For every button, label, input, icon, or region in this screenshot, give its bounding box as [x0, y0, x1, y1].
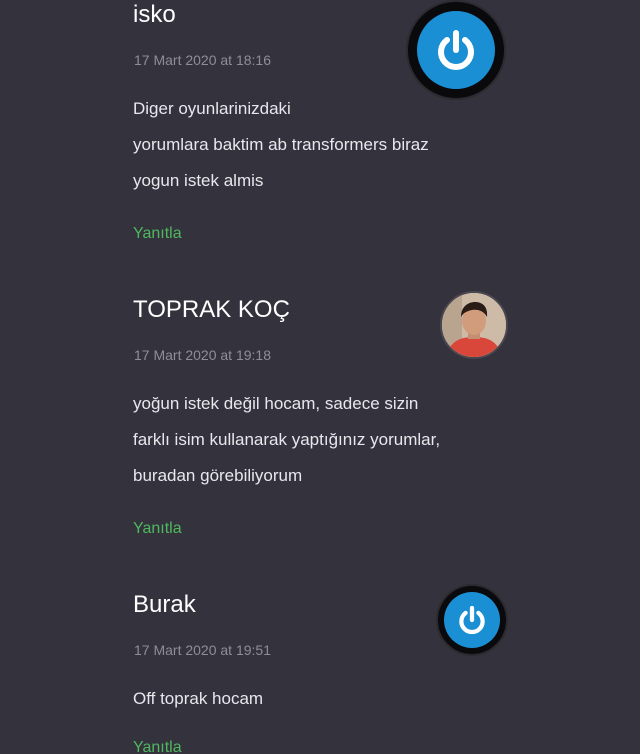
comment-line: Off toprak hocam — [133, 689, 264, 708]
comment-date[interactable]: 17 Mart 2020 at 19:18 — [134, 346, 271, 364]
comment-author[interactable]: Burak — [133, 590, 196, 620]
comment-body: Diger oyunlarinizdaki yorumlara baktim a… — [133, 91, 513, 199]
reply-link[interactable]: Yanıtla — [133, 519, 182, 539]
comment-line: yoğun istek değil hocam, sadece sizin — [133, 394, 419, 413]
comment-date[interactable]: 17 Mart 2020 at 19:51 — [134, 641, 271, 659]
comment-author[interactable]: TOPRAK KOÇ — [133, 295, 290, 325]
power-icon — [459, 605, 485, 635]
avatar[interactable] — [406, 0, 506, 100]
comment-line: yogun istek almis — [133, 171, 264, 190]
comment-line: farklı isim kullanarak yaptığınız yoruml… — [133, 430, 441, 449]
reply-link[interactable]: Yanıtla — [133, 738, 182, 754]
comment-line: yorumlara baktim ab transformers biraz — [133, 135, 429, 154]
avatar[interactable] — [436, 584, 508, 656]
avatar[interactable] — [440, 291, 508, 359]
profile-photo — [442, 293, 506, 357]
comment-body: yoğun istek değil hocam, sadece sizin fa… — [133, 386, 513, 494]
comment-line: Diger oyunlarinizdaki — [133, 99, 291, 118]
comment-line: buradan görebiliyorum — [133, 466, 303, 485]
reply-link[interactable]: Yanıtla — [133, 224, 182, 244]
comment-date[interactable]: 17 Mart 2020 at 18:16 — [134, 51, 271, 69]
comment-body: Off toprak hocam — [133, 681, 513, 717]
power-icon — [438, 30, 474, 70]
comment-author[interactable]: isko — [133, 0, 176, 30]
